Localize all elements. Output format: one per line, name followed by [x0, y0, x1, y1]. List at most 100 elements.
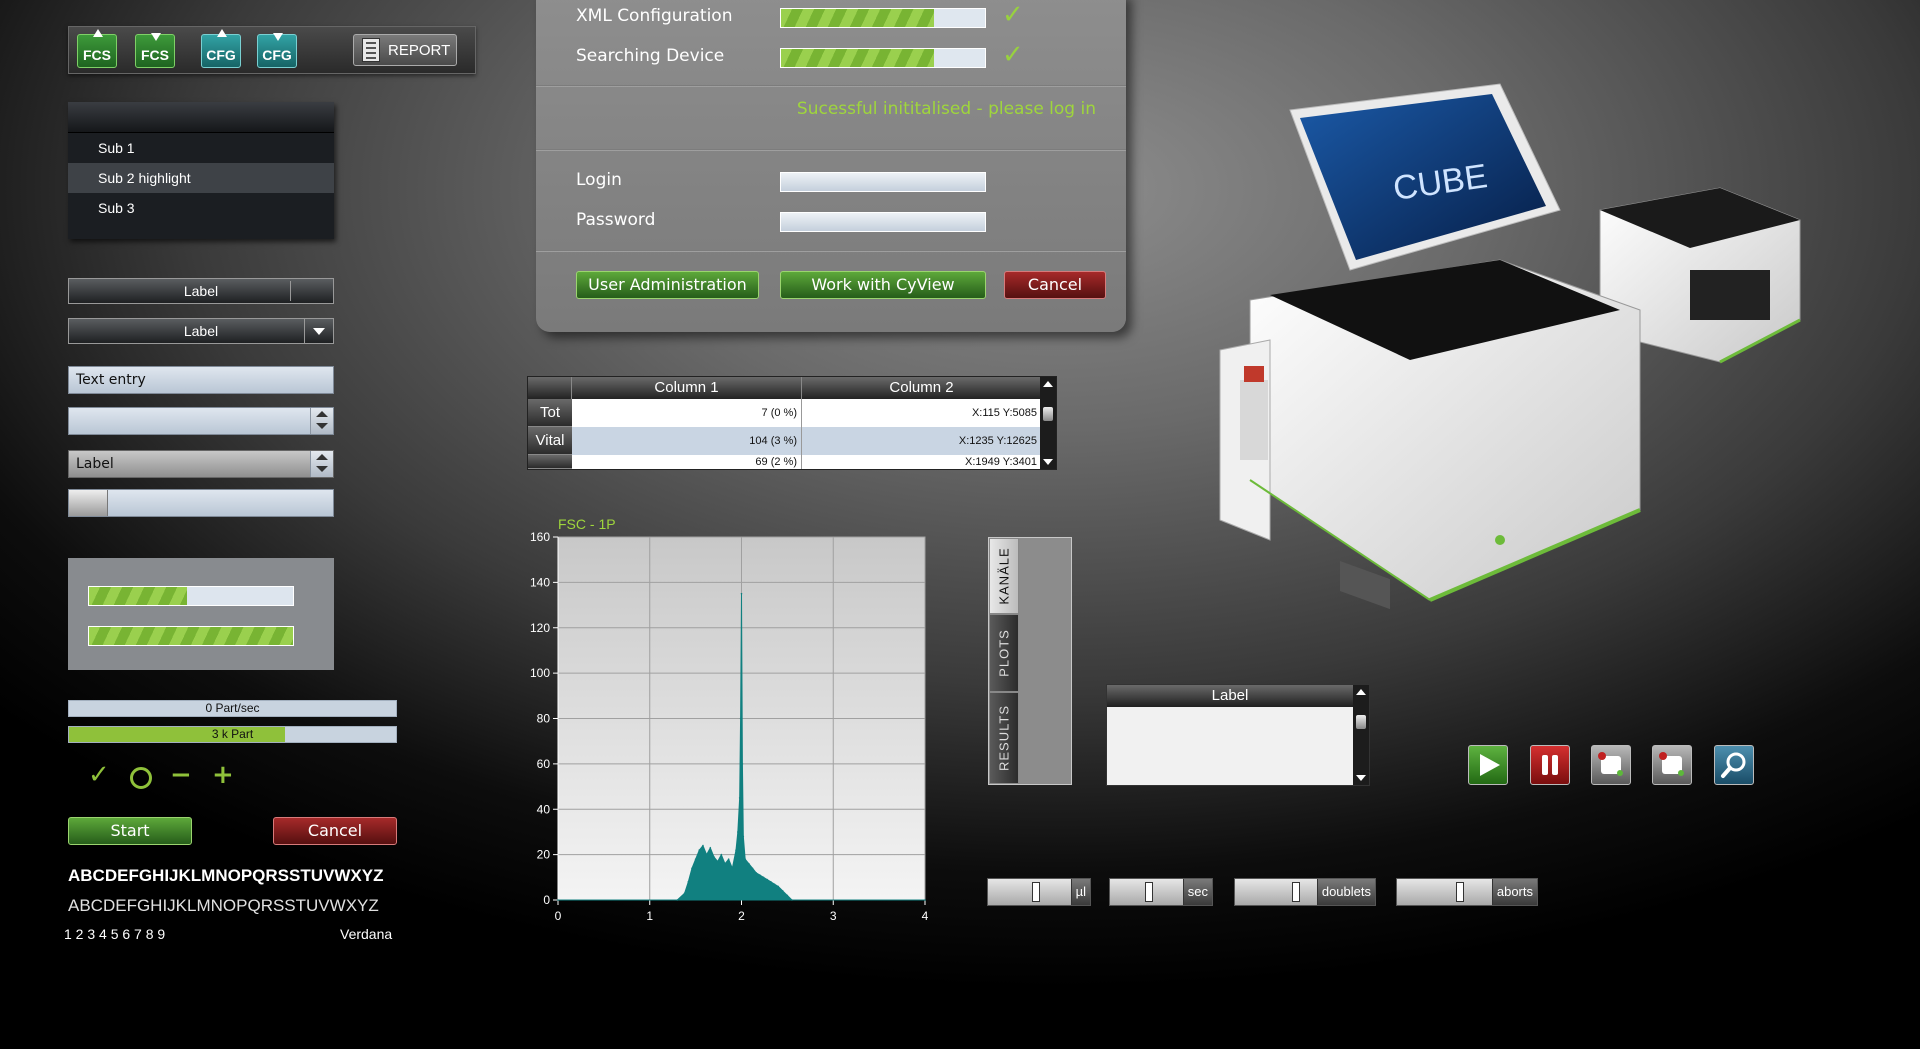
flow-cytometer-device-image: CUBE: [1219, 83, 1801, 610]
histogram-point: [791, 899, 793, 901]
stepper-knob[interactable]: [1456, 882, 1465, 902]
xml-config-label: XML Configuration: [576, 6, 733, 26]
histogram-point: [720, 853, 723, 856]
stepper-knob[interactable]: [1144, 882, 1153, 902]
record-button[interactable]: [1591, 745, 1631, 785]
password-input[interactable]: [780, 212, 986, 232]
light-alphabet-sample: ABCDEFGHIJKLMNOPQRSSTUVWXYZ: [68, 896, 379, 915]
histogram-chart[interactable]: 0 1 2 3 4020406080100120140160: [518, 530, 938, 940]
y-tick-label: 160: [530, 530, 550, 544]
label-split-button[interactable]: Label: [68, 278, 334, 304]
histogram-point: [716, 860, 719, 863]
histogram-point: [924, 899, 926, 901]
login-input[interactable]: [780, 172, 986, 192]
chevron-down-icon[interactable]: [304, 319, 333, 343]
time-stepper[interactable]: sec: [1109, 878, 1213, 906]
divider: [536, 85, 1126, 87]
digits-sample: 1 2 3 4 5 6 7 8 9: [64, 926, 166, 942]
progress-panel: [68, 558, 334, 670]
list-box-header: Label: [1107, 685, 1353, 707]
zoom-button[interactable]: [1714, 745, 1754, 785]
xml-config-progress-fill: [781, 9, 934, 27]
table-cell[interactable]: 7 (0 %): [572, 399, 802, 427]
fcs-download-button[interactable]: FCS: [135, 33, 175, 68]
cfg-download-button[interactable]: CFG: [257, 33, 297, 68]
minus-icon[interactable]: −: [170, 760, 192, 790]
select-box[interactable]: Label: [68, 450, 334, 478]
list-box-scrollbar[interactable]: [1353, 685, 1369, 785]
tab-results[interactable]: RESULTS: [989, 692, 1019, 784]
histogram-point: [766, 878, 768, 881]
text-entry-field[interactable]: Text entry: [68, 366, 334, 394]
particle-rate-bar: 0 Part/sec: [68, 700, 397, 717]
histogram-point: [735, 849, 737, 851]
upload-arrow-icon: [93, 29, 103, 37]
histogram-point: [683, 892, 686, 894]
x-tick-label: 3: [830, 909, 837, 923]
y-tick-label: 120: [530, 621, 550, 635]
report-button[interactable]: REPORT: [353, 34, 457, 66]
column-header-2[interactable]: Column 2: [802, 377, 1042, 399]
histogram-point: [777, 885, 779, 888]
slider-track[interactable]: [68, 489, 334, 517]
label-dropdown[interactable]: Label: [68, 318, 334, 344]
column-header-1[interactable]: Column 1: [572, 377, 802, 399]
table-cell[interactable]: 104 (3 %): [572, 427, 802, 455]
y-tick-label: 140: [530, 575, 550, 589]
doublets-stepper[interactable]: doublets: [1234, 878, 1376, 906]
progress-bar-1: [88, 586, 294, 606]
particle-count-bar: 3 k Part: [68, 726, 397, 743]
histogram-point: [676, 899, 679, 901]
progress-bar-2-fill: [89, 627, 293, 645]
menu-header[interactable]: [68, 102, 334, 133]
histogram-point: [759, 874, 761, 876]
check-icon[interactable]: ✓: [88, 760, 110, 790]
table-scrollbar[interactable]: [1040, 377, 1056, 469]
download-arrow-icon: [151, 33, 161, 41]
slider-thumb[interactable]: [69, 490, 108, 516]
spin-arrows-icon[interactable]: [310, 451, 333, 477]
y-tick-label: 0: [543, 893, 550, 907]
play-button[interactable]: [1468, 745, 1508, 785]
histogram-point: [740, 592, 743, 595]
stepper-knob[interactable]: [1031, 882, 1040, 902]
histogram-point: [691, 867, 693, 870]
menu-item-sub-1[interactable]: Sub 1: [68, 133, 334, 163]
stop-button[interactable]: [1652, 745, 1692, 785]
scrollbar-thumb[interactable]: [1356, 715, 1366, 729]
searching-device-progress-fill: [781, 49, 934, 67]
stepper-knob[interactable]: [1292, 882, 1301, 902]
fcs-upload-button[interactable]: FCS: [77, 29, 117, 68]
tab-plots[interactable]: PLOTS: [989, 614, 1019, 692]
start-button[interactable]: Start: [68, 817, 192, 845]
scrollbar-thumb[interactable]: [1043, 407, 1053, 421]
check-icon: ✓: [1002, 0, 1024, 30]
menu-item-sub-2[interactable]: Sub 2 highlight: [68, 163, 334, 193]
number-stepper[interactable]: [68, 407, 334, 435]
histogram-point: [770, 881, 772, 883]
menu-item-sub-3[interactable]: Sub 3: [68, 193, 334, 223]
circle-icon[interactable]: [130, 767, 152, 789]
aborts-stepper[interactable]: aborts: [1396, 878, 1538, 906]
spin-arrows-icon[interactable]: [310, 408, 333, 434]
histogram-point: [741, 763, 744, 765]
table-cell[interactable]: 69 (2 %): [572, 455, 802, 469]
volume-stepper[interactable]: µl: [987, 878, 1091, 906]
dialog-cancel-button[interactable]: Cancel: [1004, 271, 1106, 299]
row-header: Tot: [528, 399, 572, 427]
histogram-point: [702, 844, 704, 847]
table-cell[interactable]: X:1949 Y:3401: [802, 455, 1042, 469]
table-cell[interactable]: X:1235 Y:12625: [802, 427, 1042, 455]
table-cell[interactable]: X:115 Y:5085: [802, 399, 1042, 427]
user-administration-button[interactable]: User Administration: [576, 271, 759, 299]
work-with-cyview-button[interactable]: Work with CyView: [780, 271, 986, 299]
plus-icon[interactable]: +: [212, 760, 234, 790]
cfg-upload-button[interactable]: CFG: [201, 29, 241, 68]
record-icon: [1598, 752, 1623, 776]
tab-kanale[interactable]: KANÄLE: [989, 538, 1019, 614]
histogram-point: [737, 831, 739, 833]
pause-button[interactable]: [1530, 745, 1570, 785]
cancel-button[interactable]: Cancel: [273, 817, 397, 845]
data-table: Column 1 Column 2 Tot 7 (0 %) X:115 Y:50…: [527, 376, 1057, 470]
histogram-point: [727, 858, 730, 860]
